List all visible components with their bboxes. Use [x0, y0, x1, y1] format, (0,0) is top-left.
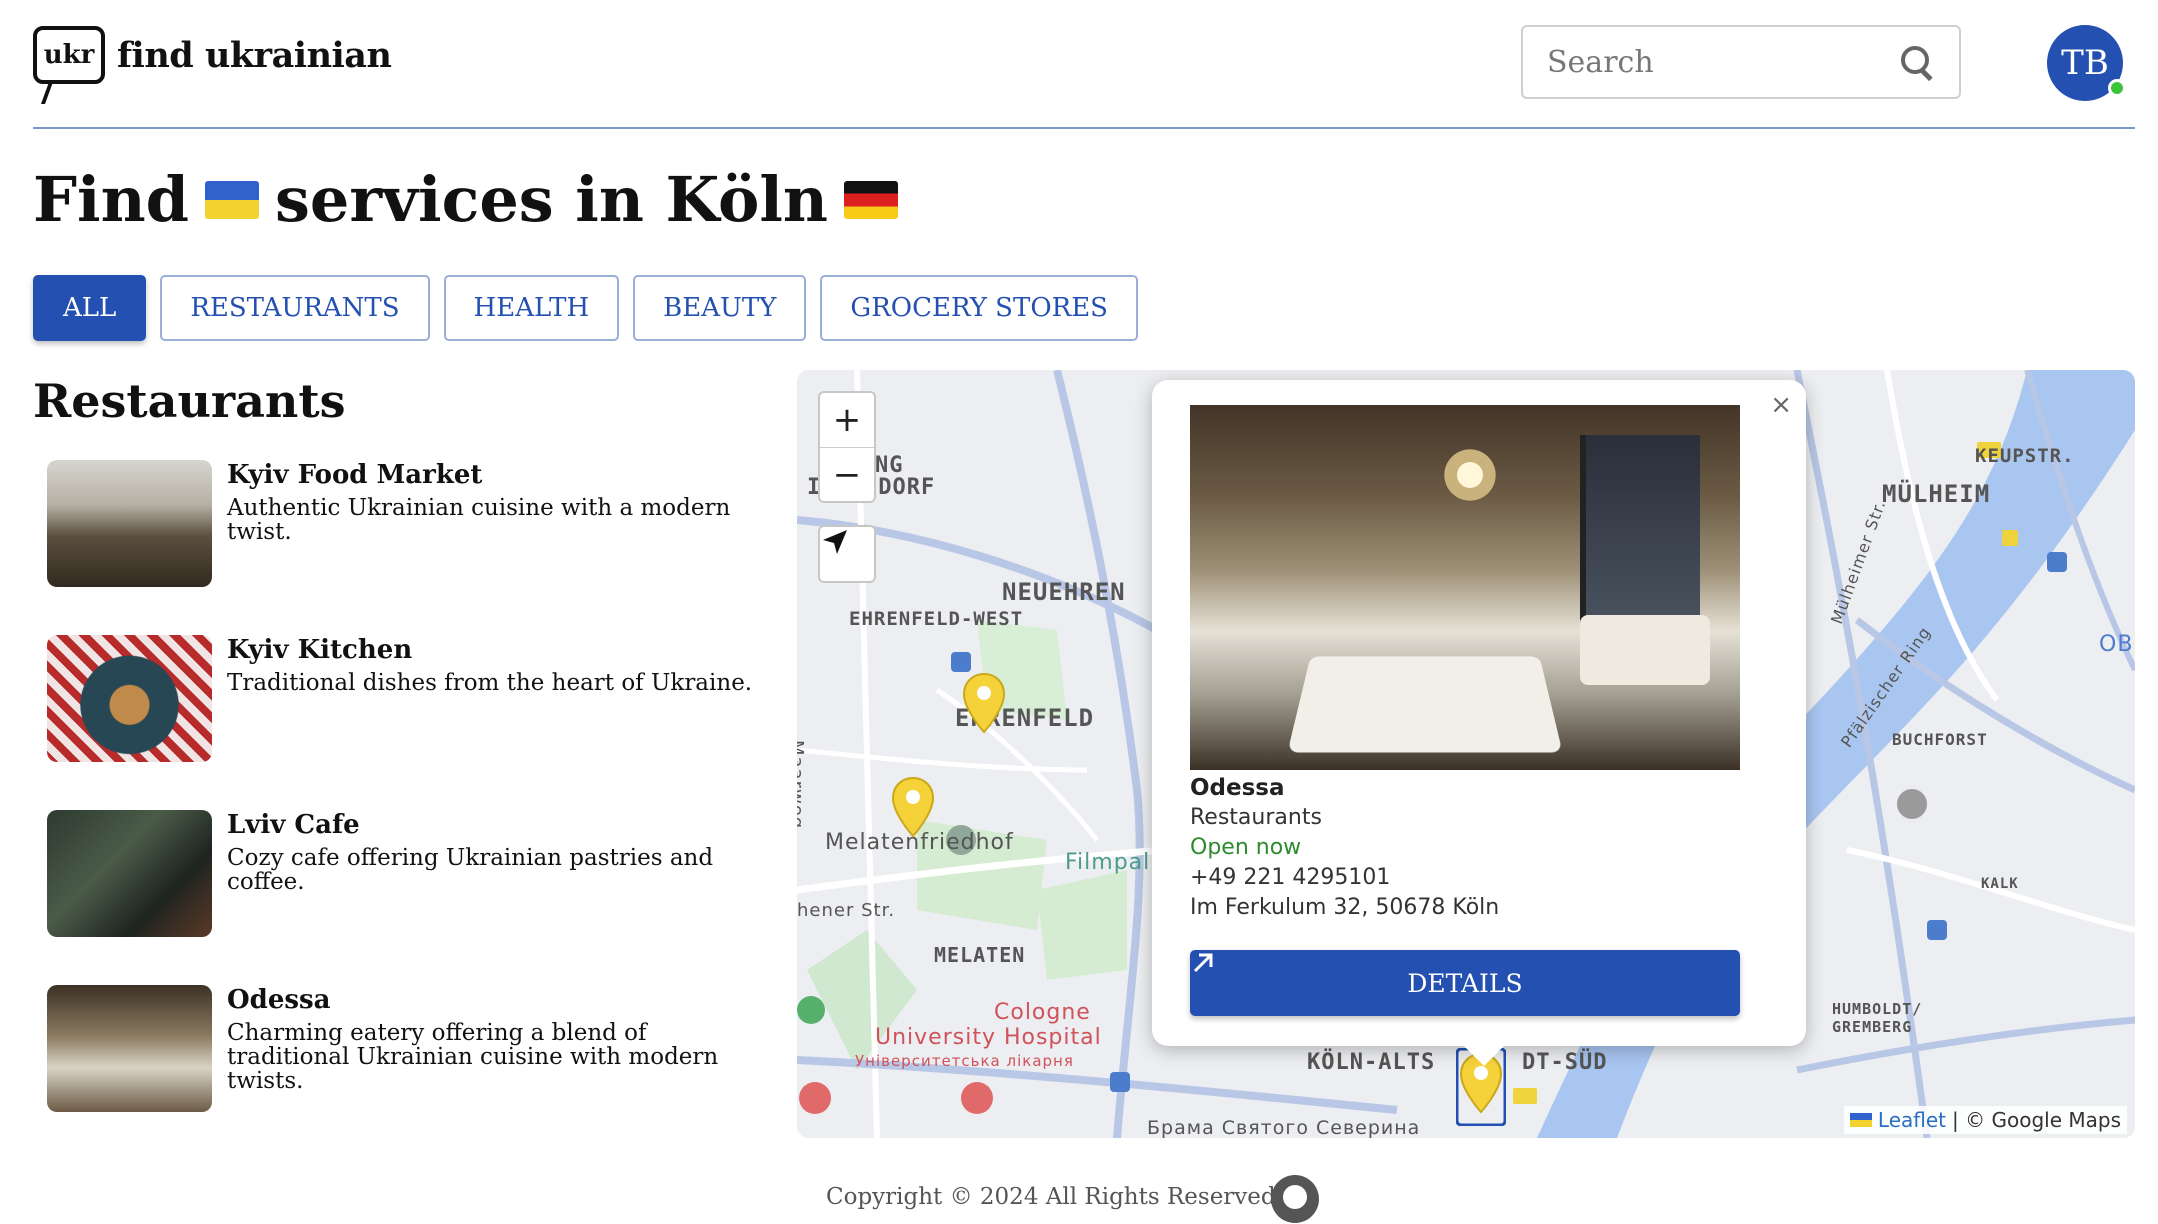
place-address: Im Ferkulum 32, 50678 Köln [1190, 895, 1500, 920]
restaurant-description: Charming eatery offering a blend of trad… [227, 1020, 719, 1094]
place-phone[interactable]: +49 221 4295101 [1190, 865, 1390, 890]
map-label-humboldt: HUMBOLDT/ [1832, 1000, 1923, 1018]
map-label-university-hospital: University Hospital [875, 1025, 1102, 1050]
map-attribution: Leaflet | © Google Maps [1843, 1106, 2127, 1134]
search-input[interactable] [1547, 44, 1899, 80]
map-marker-icon[interactable] [890, 776, 936, 838]
restaurant-description: Traditional dishes from the heart of Ukr… [227, 670, 753, 696]
restaurant-thumbnail[interactable] [47, 985, 212, 1112]
list-item[interactable]: Odessa Charming eatery offering a blend … [47, 985, 767, 1160]
restaurant-name[interactable]: Kyiv Food Market [227, 460, 482, 490]
page-title-find: Find [33, 163, 189, 236]
map[interactable]: ICKENDORF NG NEUEHREN EHRENFELD-WEST EHR… [797, 370, 2135, 1138]
page-title-services: services in Köln [275, 163, 829, 236]
ukraine-flag-icon [1849, 1113, 1872, 1127]
filter-grocery-stores[interactable]: GROCERY STORES [820, 275, 1138, 341]
map-label-mulheim: MÜLHEIM [1882, 480, 1991, 508]
logo[interactable]: ukr find ukrainian [33, 26, 392, 84]
place-name: Odessa [1190, 775, 1285, 801]
filter-restaurants[interactable]: RESTAURANTS [160, 275, 430, 341]
header-divider [33, 127, 2135, 129]
map-label-kalk: KALK [1981, 876, 2019, 892]
germany-flag-icon [844, 180, 899, 219]
details-button-label: DETAILS [1407, 968, 1523, 998]
filter-health[interactable]: HEALTH [443, 275, 620, 341]
restaurant-name[interactable]: Odessa [227, 985, 331, 1015]
map-marker-icon[interactable] [961, 672, 1007, 734]
map-label-brama: Брама Святого Северина [1147, 1117, 1421, 1138]
filter-all[interactable]: ALL [33, 275, 147, 341]
place-open-status: Open now [1190, 835, 1302, 860]
search-icon[interactable] [1899, 44, 1935, 80]
map-label-ehrenfeld-west: EHRENFELD-WEST [849, 608, 1024, 630]
external-arrow-icon [1193, 953, 1213, 973]
logo-mark: ukr [43, 40, 95, 70]
restaurant-description: Cozy cafe offering Ukrainian pastries an… [227, 845, 714, 895]
place-photo [1190, 405, 1740, 770]
search-box[interactable] [1521, 25, 1961, 99]
restaurant-thumbnail[interactable] [47, 460, 212, 587]
logo-text: find ukrainian [117, 34, 392, 76]
page-title: Find services in Köln [33, 163, 914, 236]
restaurant-name[interactable]: Lviv Cafe [227, 810, 360, 840]
leaflet-link[interactable]: Leaflet [1878, 1108, 1946, 1132]
map-label-obi: OBI [2099, 632, 2135, 657]
ukraine-flag-icon [205, 180, 259, 219]
map-label-melaten: MELATEN [934, 943, 1026, 967]
zoom-control: + − [818, 391, 876, 503]
restaurant-thumbnail[interactable] [47, 810, 212, 937]
restaurant-list: Kyiv Food Market Authentic Ukrainian cui… [47, 460, 767, 1160]
category-filters: ALL RESTAURANTS HEALTH BEAUTY GROCERY ST… [33, 275, 1138, 341]
list-item[interactable]: Kyiv Food Market Authentic Ukrainian cui… [47, 460, 767, 635]
list-item[interactable]: Lviv Cafe Cozy cafe offering Ukrainian p… [47, 810, 767, 985]
attribution-text: | © Google Maps [1952, 1108, 2121, 1132]
filter-beauty[interactable]: BEAUTY [633, 275, 807, 341]
map-label-dt-sud: DT-SÜD [1522, 1050, 1608, 1075]
map-label-maarweg: Maarweg [797, 740, 807, 830]
map-label-hener-str: hener Str. [797, 900, 896, 921]
online-status-dot [2108, 79, 2126, 97]
locate-me-button[interactable] [818, 525, 876, 583]
close-icon[interactable]: × [1770, 390, 1792, 420]
map-label-university-hospital-ua: Університетська лікарня [855, 1052, 1074, 1070]
github-icon[interactable] [1271, 1175, 1319, 1223]
place-category: Restaurants [1190, 805, 1322, 830]
restaurant-description: Authentic Ukrainian cuisine with a moder… [227, 495, 731, 545]
list-item[interactable]: Kyiv Kitchen Traditional dishes from the… [47, 635, 767, 810]
avatar-initials: TB [2061, 43, 2109, 83]
zoom-out-button[interactable]: − [820, 447, 874, 501]
place-popup: × Odessa Restaurants Open now +49 221 42… [1152, 380, 1806, 1066]
restaurant-thumbnail[interactable] [47, 635, 212, 762]
navigation-arrow-icon [823, 530, 847, 554]
copyright-text: Copyright © 2024 All Rights Reserved. [826, 1184, 1283, 1210]
details-button[interactable]: DETAILS [1190, 950, 1740, 1016]
map-label-gremberg: GREMBERG [1832, 1018, 1913, 1036]
map-label-koln-alt: KÖLN-ALTS [1307, 1050, 1436, 1075]
map-label-ng: NG [875, 453, 904, 478]
logo-speech-bubble-icon: ukr [33, 26, 105, 84]
map-label-neuehren: NEUEHREN [1002, 578, 1126, 606]
map-label-cologne: Cologne [994, 1000, 1091, 1025]
map-label-buchforst: BUCHFORST [1892, 730, 1988, 749]
restaurant-name[interactable]: Kyiv Kitchen [227, 635, 412, 665]
section-title: Restaurants [33, 374, 346, 428]
zoom-in-button[interactable]: + [820, 393, 874, 447]
map-label-filmpal: Filmpal [1065, 850, 1151, 875]
map-label-keupstr: KEUPSTR. [1975, 445, 2075, 467]
